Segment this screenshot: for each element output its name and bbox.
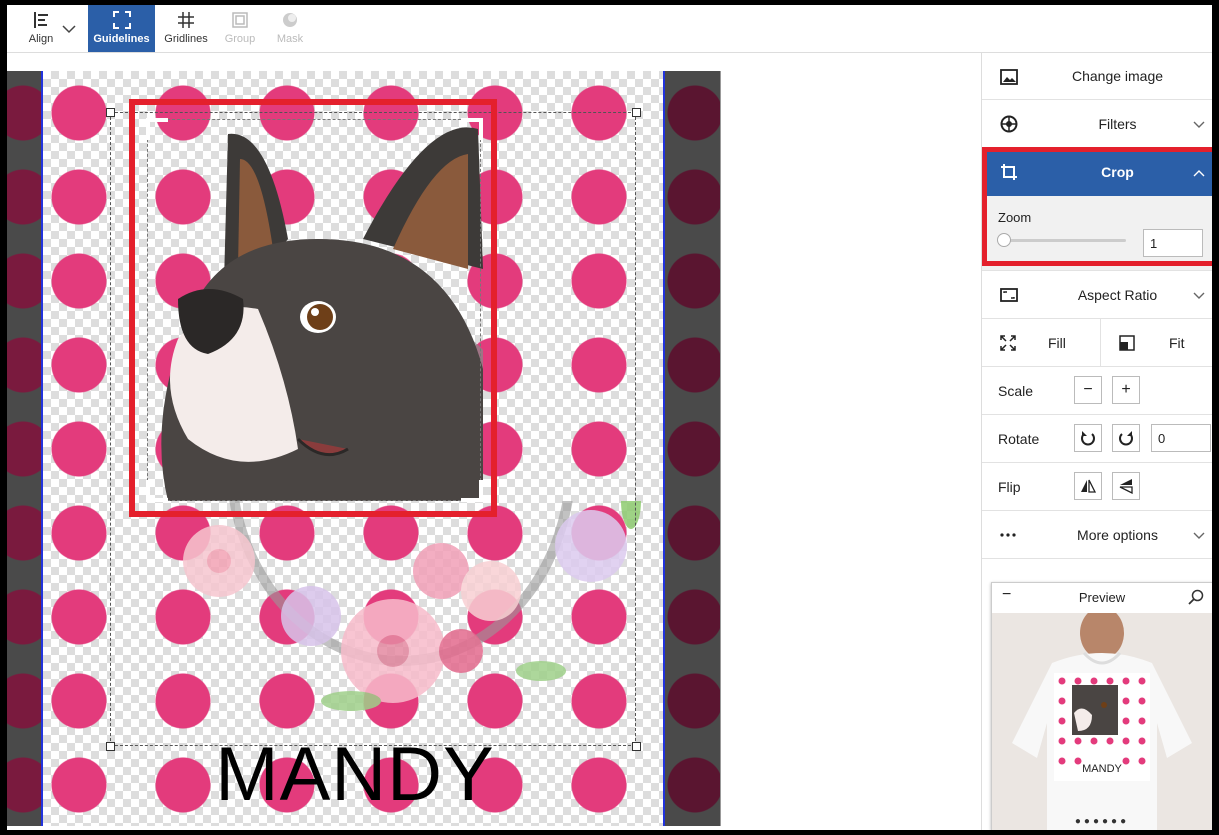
- zoom-label: Zoom: [998, 210, 1032, 225]
- group-icon: [215, 11, 265, 33]
- aspect-ratio-row[interactable]: Aspect Ratio: [982, 271, 1212, 319]
- mask-button[interactable]: Mask: [265, 5, 315, 52]
- zoom-slider-track[interactable]: [1004, 239, 1126, 242]
- mask-icon: [265, 11, 315, 33]
- group-label: Group: [224, 33, 256, 45]
- fit-icon: [1119, 319, 1135, 367]
- rotate-clockwise-icon: [1118, 429, 1134, 446]
- crop-section-header[interactable]: Crop: [982, 148, 1212, 196]
- preview-title: Preview: [1078, 590, 1126, 605]
- scale-increase-button[interactable]: +: [1112, 376, 1140, 404]
- filters-label: Filters: [1098, 116, 1137, 132]
- chevron-down-icon: [1193, 271, 1205, 319]
- resize-handle-top-left[interactable]: [106, 108, 115, 117]
- resize-handle-bottom-right[interactable]: [632, 742, 641, 751]
- flip-vertical-icon: [1118, 477, 1134, 494]
- resize-handle-bottom-left[interactable]: [106, 742, 115, 751]
- flip-row: Flip: [982, 463, 1212, 511]
- rotate-left-button[interactable]: [1074, 424, 1102, 452]
- more-options-label: More options: [1077, 527, 1158, 543]
- scale-decrease-button[interactable]: −: [1074, 376, 1102, 404]
- crop-area-highlight: [129, 99, 497, 517]
- chevron-down-icon: [1193, 100, 1205, 148]
- scale-row: Scale − +: [982, 367, 1212, 415]
- rotate-counterclockwise-icon: [1080, 429, 1096, 446]
- gridlines-label: Gridlines: [164, 33, 208, 45]
- preview-panel: − Preview MANDY ●●●●●●: [991, 582, 1212, 830]
- zoom-search-icon[interactable]: [1188, 589, 1204, 608]
- rotate-input[interactable]: [1151, 424, 1211, 452]
- align-dropdown-chevron-icon[interactable]: [57, 17, 81, 41]
- rotate-row: Rotate: [982, 415, 1212, 463]
- rotate-right-button[interactable]: [1112, 424, 1140, 452]
- design-canvas[interactable]: MANDY: [7, 71, 727, 826]
- guidelines-icon: [88, 11, 155, 33]
- preview-shirt-text: MANDY: [1082, 763, 1122, 775]
- fit-button[interactable]: Fit: [1101, 319, 1212, 366]
- zoom-input[interactable]: [1143, 229, 1203, 257]
- crop-label: Crop: [1101, 164, 1134, 180]
- flip-horizontal-button[interactable]: [1074, 472, 1102, 500]
- group-button[interactable]: Group: [215, 5, 265, 52]
- fill-expand-icon: [1000, 319, 1016, 367]
- resize-handle-top-right[interactable]: [632, 108, 641, 117]
- crop-section-body: Zoom: [982, 196, 1212, 271]
- more-options-row[interactable]: More options: [982, 511, 1212, 559]
- guidelines-button[interactable]: Guidelines: [88, 5, 155, 52]
- fill-fit-row: Fill Fit: [982, 319, 1212, 367]
- editor-window: Align Guidelines Gridlines Group Mask MA…: [7, 5, 1212, 830]
- toolbar: Align Guidelines Gridlines Group Mask: [7, 5, 1212, 53]
- fill-label: Fill: [1048, 335, 1066, 351]
- flip-horizontal-icon: [1080, 477, 1097, 494]
- change-image-row[interactable]: Change image: [982, 53, 1212, 100]
- gridlines-button[interactable]: Gridlines: [157, 5, 215, 52]
- chevron-up-icon: [1193, 148, 1205, 196]
- mask-label: Mask: [276, 33, 304, 45]
- chevron-down-icon: [1193, 511, 1205, 559]
- change-image-label: Change image: [1071, 68, 1164, 84]
- tshirt-preview-image[interactable]: MANDY ●●●●●●: [992, 613, 1212, 830]
- fill-button[interactable]: Fill: [982, 319, 1100, 366]
- preview-pager-dots[interactable]: ●●●●●●: [992, 816, 1212, 827]
- fit-label: Fit: [1169, 335, 1185, 351]
- filters-row[interactable]: Filters: [982, 100, 1212, 148]
- bleed-dots-right: [665, 71, 720, 826]
- flip-vertical-button[interactable]: [1112, 472, 1140, 500]
- flip-label: Flip: [998, 479, 1021, 495]
- guidelines-label: Guidelines: [93, 33, 150, 45]
- aspect-ratio-label: Aspect Ratio: [1077, 287, 1158, 303]
- rotate-label: Rotate: [998, 431, 1040, 447]
- preview-header: − Preview: [992, 583, 1212, 611]
- zoom-slider-thumb[interactable]: [997, 233, 1011, 247]
- gridlines-icon: [157, 11, 215, 33]
- bleed-dots-left: [7, 71, 41, 826]
- scale-label: Scale: [998, 383, 1034, 399]
- canvas-scrollbar[interactable]: [720, 71, 727, 826]
